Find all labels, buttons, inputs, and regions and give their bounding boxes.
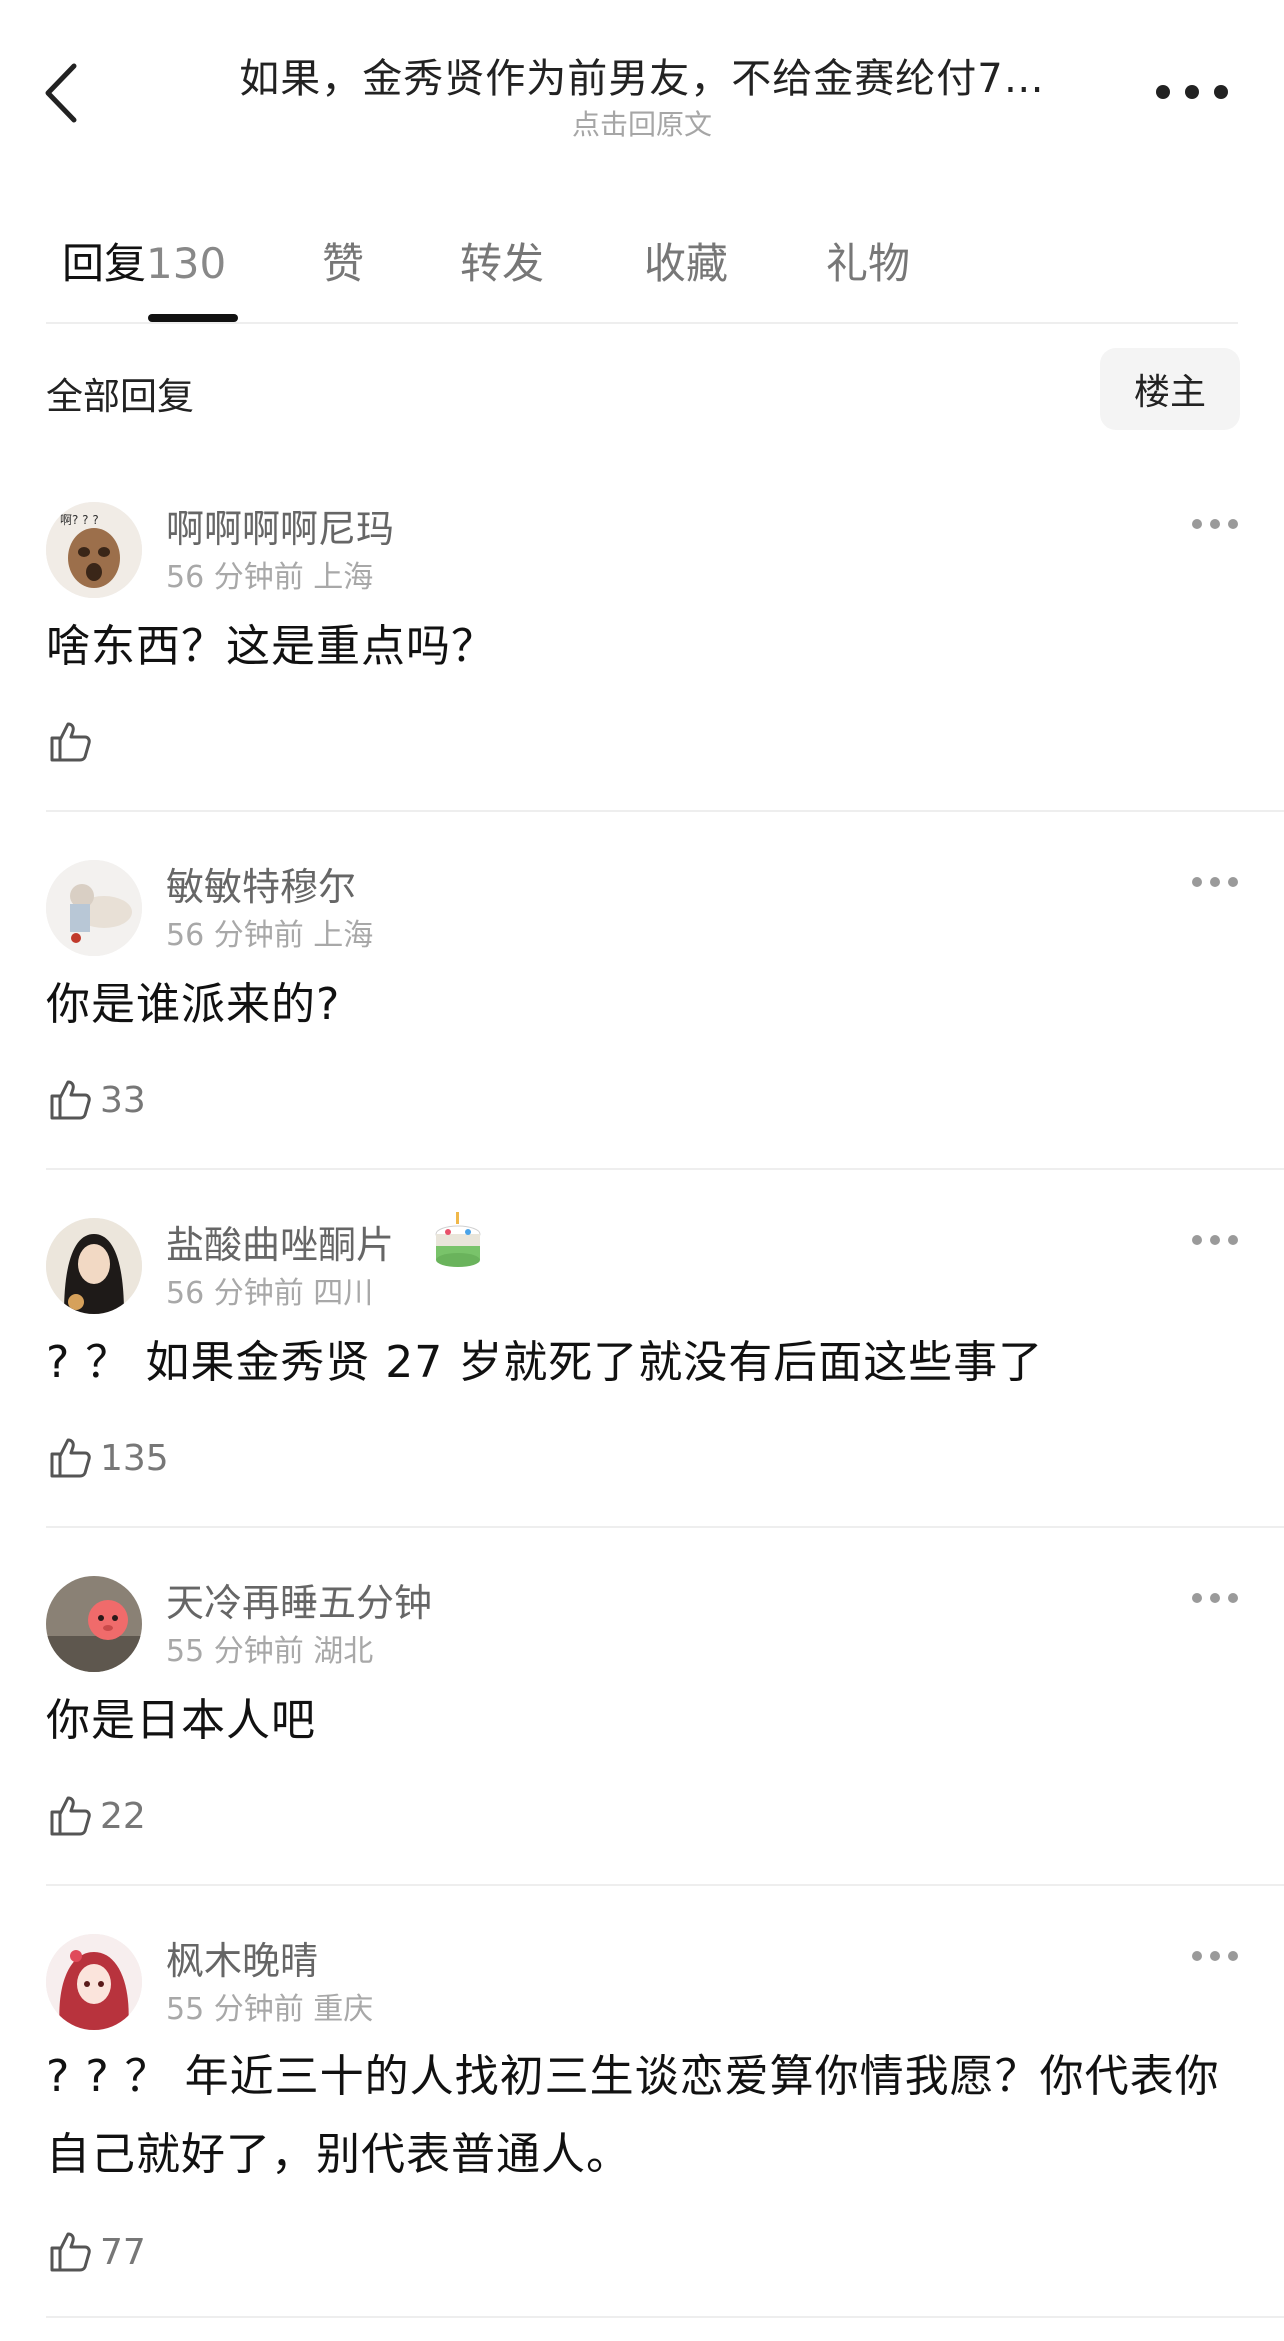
avatar-caption: 啊? ? ? bbox=[60, 513, 99, 527]
tab-likes[interactable]: 赞 bbox=[322, 230, 364, 291]
more-icon bbox=[1192, 1951, 1202, 1961]
comment-text: 你是日本人吧 bbox=[46, 1695, 316, 1746]
comment-more-button[interactable] bbox=[1192, 1592, 1238, 1604]
comment-divider bbox=[46, 1884, 1284, 1886]
comment-meta: 56 分钟前 四川 bbox=[166, 1276, 374, 1311]
thumbs-up-icon bbox=[50, 722, 91, 762]
comment-meta: 56 分钟前 上海 bbox=[166, 560, 374, 595]
tab-reposts[interactable]: 转发 bbox=[460, 230, 544, 291]
more-icon bbox=[1192, 877, 1202, 887]
reply-count: 130 bbox=[146, 239, 227, 288]
comment-username[interactable]: 啊啊啊啊尼玛 bbox=[166, 498, 394, 553]
like-button[interactable] bbox=[46, 714, 100, 770]
comment-meta: 55 分钟前 湖北 bbox=[166, 1634, 374, 1669]
avatar[interactable] bbox=[46, 1934, 142, 2030]
comment-item: 天冷再睡五分钟 55 分钟前 湖北 你是日本人吧 22 bbox=[0, 1564, 1284, 1884]
thumbs-up-icon bbox=[50, 2232, 91, 2272]
more-icon bbox=[1192, 519, 1202, 529]
comment-item: 盐酸曲唑酮片 56 分钟前 四川 ? ？ 如果金秀贤 27 岁就死了就没有后面这… bbox=[0, 1206, 1284, 1526]
comment-text: 你是谁派来的? bbox=[46, 979, 341, 1030]
comment-divider bbox=[46, 1526, 1284, 1528]
comment-text: ? ? ？ 年近三十的人找初三生谈恋爱算你情我愿？你代表你自己就好了，别代表普通… bbox=[46, 2051, 1220, 2180]
like-button[interactable]: 135 bbox=[46, 1430, 169, 1486]
active-tab-indicator bbox=[148, 314, 238, 322]
post-title[interactable]: 如果，金秀贤作为前男友，不给金赛纶付7… bbox=[170, 46, 1114, 104]
birthday-cake-icon bbox=[435, 1212, 481, 1267]
tab-replies[interactable]: 回复130 bbox=[62, 230, 226, 291]
more-options-button[interactable] bbox=[1156, 78, 1228, 106]
comment-item: 枫木晚晴 55 分钟前 重庆 ? ? ？ 年近三十的人找初三生谈恋爱算你情我愿？… bbox=[0, 1922, 1284, 2322]
avatar[interactable]: 啊? ? ? bbox=[46, 502, 142, 598]
more-icon bbox=[1192, 1235, 1202, 1245]
avatar[interactable] bbox=[46, 860, 142, 956]
comment-item: 敏敏特穆尔 56 分钟前 上海 你是谁派来的? 33 bbox=[0, 848, 1284, 1168]
owner-only-button[interactable]: 楼主 bbox=[1100, 348, 1240, 430]
comment-item: 啊? ? ? 啊啊啊啊尼玛 56 分钟前 上海 啥东西？这是重点吗？ bbox=[0, 490, 1284, 810]
tab-bar: 回复130 赞 转发 收藏 礼物 bbox=[46, 218, 1236, 328]
avatar[interactable] bbox=[46, 1576, 142, 1672]
like-button[interactable]: 77 bbox=[46, 2224, 146, 2280]
comment-meta: 55 分钟前 重庆 bbox=[166, 1992, 374, 2027]
tabs-divider bbox=[46, 322, 1238, 324]
comment-meta: 56 分钟前 上海 bbox=[166, 918, 374, 953]
thumbs-up-icon bbox=[50, 1080, 91, 1120]
back-to-original-link[interactable]: 点击回原文 bbox=[0, 103, 1284, 143]
comment-text: ? ？ 如果金秀贤 27 岁就死了就没有后面这些事了 bbox=[46, 1337, 1044, 1388]
comment-divider bbox=[46, 810, 1284, 812]
like-count: 22 bbox=[100, 1795, 146, 1837]
top-bar: 如果，金秀贤作为前男友，不给金赛纶付7… 点击回原文 bbox=[0, 0, 1284, 150]
comment-username[interactable]: 盐酸曲唑酮片 bbox=[166, 1214, 394, 1269]
tab-gifts[interactable]: 礼物 bbox=[826, 230, 910, 291]
thumbs-up-icon bbox=[50, 1438, 91, 1478]
like-count: 77 bbox=[100, 2231, 146, 2273]
comment-more-button[interactable] bbox=[1192, 518, 1238, 530]
more-icon bbox=[1192, 1593, 1202, 1603]
comment-more-button[interactable] bbox=[1192, 1950, 1238, 1962]
avatar[interactable] bbox=[46, 1218, 142, 1314]
like-button[interactable]: 22 bbox=[46, 1788, 146, 1844]
like-count: 135 bbox=[100, 1437, 169, 1479]
comment-username[interactable]: 天冷再睡五分钟 bbox=[166, 1572, 432, 1627]
tab-favorites[interactable]: 收藏 bbox=[644, 230, 728, 291]
comment-divider bbox=[46, 2316, 1284, 2318]
like-button[interactable]: 33 bbox=[46, 1072, 146, 1128]
more-icon bbox=[1156, 85, 1170, 99]
comment-text: 啥东西？这是重点吗？ bbox=[46, 621, 496, 672]
comment-divider bbox=[46, 1168, 1284, 1170]
comment-username[interactable]: 枫木晚晴 bbox=[166, 1930, 318, 1985]
comment-username[interactable]: 敏敏特穆尔 bbox=[166, 856, 356, 911]
all-replies-filter[interactable]: 全部回复 bbox=[46, 366, 194, 420]
thumbs-up-icon bbox=[50, 1796, 91, 1836]
comment-more-button[interactable] bbox=[1192, 1234, 1238, 1246]
comment-more-button[interactable] bbox=[1192, 876, 1238, 888]
like-count: 33 bbox=[100, 1079, 146, 1121]
